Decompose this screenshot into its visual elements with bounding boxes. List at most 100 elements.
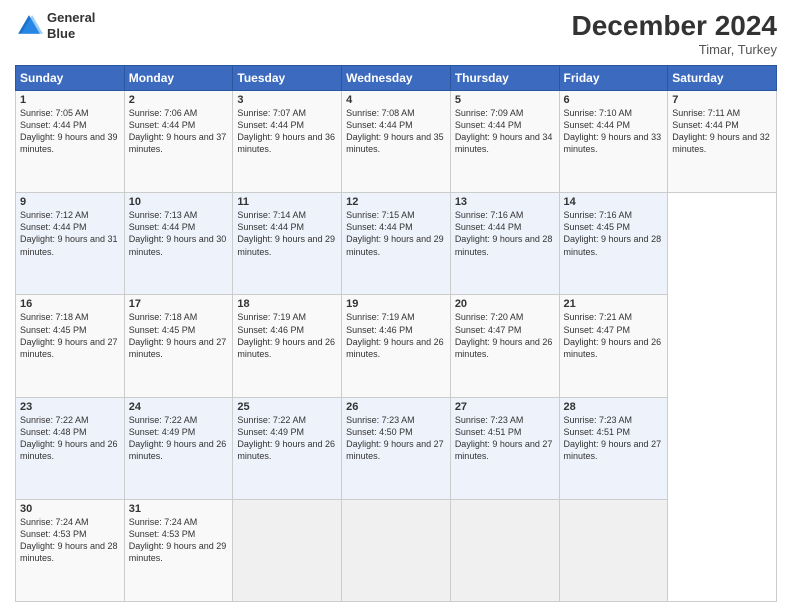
day-number: 28 [564,401,664,413]
logo: General Blue [15,10,95,41]
day-cell: 21Sunrise: 7:21 AMSunset: 4:47 PMDayligh… [559,295,668,397]
day-info: Sunrise: 7:23 AMSunset: 4:51 PMDaylight:… [564,414,664,463]
day-cell [342,499,451,601]
day-info: Sunrise: 7:22 AMSunset: 4:49 PMDaylight:… [129,414,229,463]
day-number: 30 [20,503,120,515]
day-cell: 2Sunrise: 7:06 AMSunset: 4:44 PMDaylight… [124,91,233,193]
day-number: 19 [346,298,446,310]
day-info: Sunrise: 7:20 AMSunset: 4:47 PMDaylight:… [455,311,555,360]
day-number: 1 [20,94,120,106]
day-cell: 1Sunrise: 7:05 AMSunset: 4:44 PMDaylight… [16,91,125,193]
day-info: Sunrise: 7:24 AMSunset: 4:53 PMDaylight:… [129,516,229,565]
day-number: 4 [346,94,446,106]
day-info: Sunrise: 7:22 AMSunset: 4:48 PMDaylight:… [20,414,120,463]
day-number: 21 [564,298,664,310]
day-info: Sunrise: 7:10 AMSunset: 4:44 PMDaylight:… [564,107,664,156]
week-row-1: 1Sunrise: 7:05 AMSunset: 4:44 PMDaylight… [16,91,777,193]
day-cell: 7Sunrise: 7:11 AMSunset: 4:44 PMDaylight… [668,91,777,193]
day-cell: 26Sunrise: 7:23 AMSunset: 4:50 PMDayligh… [342,397,451,499]
logo-icon [15,12,43,40]
day-cell: 27Sunrise: 7:23 AMSunset: 4:51 PMDayligh… [450,397,559,499]
week-row-5: 30Sunrise: 7:24 AMSunset: 4:53 PMDayligh… [16,499,777,601]
page: General Blue December 2024 Timar, Turkey… [0,0,792,612]
day-info: Sunrise: 7:24 AMSunset: 4:53 PMDaylight:… [20,516,120,565]
day-number: 6 [564,94,664,106]
day-cell: 6Sunrise: 7:10 AMSunset: 4:44 PMDaylight… [559,91,668,193]
logo-text: General Blue [47,10,95,41]
day-info: Sunrise: 7:22 AMSunset: 4:49 PMDaylight:… [237,414,337,463]
day-info: Sunrise: 7:14 AMSunset: 4:44 PMDaylight:… [237,209,337,258]
col-header-sunday: Sunday [16,66,125,91]
day-info: Sunrise: 7:12 AMSunset: 4:44 PMDaylight:… [20,209,120,258]
day-number: 5 [455,94,555,106]
day-info: Sunrise: 7:08 AMSunset: 4:44 PMDaylight:… [346,107,446,156]
day-info: Sunrise: 7:21 AMSunset: 4:47 PMDaylight:… [564,311,664,360]
day-info: Sunrise: 7:19 AMSunset: 4:46 PMDaylight:… [237,311,337,360]
day-cell [559,499,668,601]
day-number: 3 [237,94,337,106]
day-info: Sunrise: 7:19 AMSunset: 4:46 PMDaylight:… [346,311,446,360]
col-header-thursday: Thursday [450,66,559,91]
day-number: 27 [455,401,555,413]
day-number: 2 [129,94,229,106]
day-info: Sunrise: 7:15 AMSunset: 4:44 PMDaylight:… [346,209,446,258]
week-row-4: 23Sunrise: 7:22 AMSunset: 4:48 PMDayligh… [16,397,777,499]
header: General Blue December 2024 Timar, Turkey [15,10,777,57]
day-cell [233,499,342,601]
title-area: December 2024 Timar, Turkey [572,10,777,57]
day-cell: 30Sunrise: 7:24 AMSunset: 4:53 PMDayligh… [16,499,125,601]
location-subtitle: Timar, Turkey [572,42,777,57]
day-cell: 5Sunrise: 7:09 AMSunset: 4:44 PMDaylight… [450,91,559,193]
day-number: 24 [129,401,229,413]
day-cell [450,499,559,601]
day-cell: 25Sunrise: 7:22 AMSunset: 4:49 PMDayligh… [233,397,342,499]
day-info: Sunrise: 7:07 AMSunset: 4:44 PMDaylight:… [237,107,337,156]
day-cell: 14Sunrise: 7:16 AMSunset: 4:45 PMDayligh… [559,193,668,295]
day-cell: 3Sunrise: 7:07 AMSunset: 4:44 PMDaylight… [233,91,342,193]
day-cell: 10Sunrise: 7:13 AMSunset: 4:44 PMDayligh… [124,193,233,295]
day-number: 31 [129,503,229,515]
day-info: Sunrise: 7:23 AMSunset: 4:50 PMDaylight:… [346,414,446,463]
day-info: Sunrise: 7:11 AMSunset: 4:44 PMDaylight:… [672,107,772,156]
day-number: 23 [20,401,120,413]
day-number: 9 [20,196,120,208]
day-cell: 31Sunrise: 7:24 AMSunset: 4:53 PMDayligh… [124,499,233,601]
calendar-table: SundayMondayTuesdayWednesdayThursdayFrid… [15,65,777,602]
day-cell: 18Sunrise: 7:19 AMSunset: 4:46 PMDayligh… [233,295,342,397]
day-number: 7 [672,94,772,106]
day-cell: 4Sunrise: 7:08 AMSunset: 4:44 PMDaylight… [342,91,451,193]
day-number: 20 [455,298,555,310]
day-number: 13 [455,196,555,208]
day-info: Sunrise: 7:09 AMSunset: 4:44 PMDaylight:… [455,107,555,156]
day-cell: 17Sunrise: 7:18 AMSunset: 4:45 PMDayligh… [124,295,233,397]
day-cell: 12Sunrise: 7:15 AMSunset: 4:44 PMDayligh… [342,193,451,295]
day-number: 25 [237,401,337,413]
day-number: 26 [346,401,446,413]
day-cell: 13Sunrise: 7:16 AMSunset: 4:44 PMDayligh… [450,193,559,295]
day-info: Sunrise: 7:16 AMSunset: 4:44 PMDaylight:… [455,209,555,258]
day-info: Sunrise: 7:05 AMSunset: 4:44 PMDaylight:… [20,107,120,156]
col-header-wednesday: Wednesday [342,66,451,91]
week-row-3: 16Sunrise: 7:18 AMSunset: 4:45 PMDayligh… [16,295,777,397]
main-title: December 2024 [572,10,777,42]
week-row-2: 9Sunrise: 7:12 AMSunset: 4:44 PMDaylight… [16,193,777,295]
col-header-friday: Friday [559,66,668,91]
day-cell: 19Sunrise: 7:19 AMSunset: 4:46 PMDayligh… [342,295,451,397]
day-cell: 11Sunrise: 7:14 AMSunset: 4:44 PMDayligh… [233,193,342,295]
day-cell: 24Sunrise: 7:22 AMSunset: 4:49 PMDayligh… [124,397,233,499]
day-cell: 20Sunrise: 7:20 AMSunset: 4:47 PMDayligh… [450,295,559,397]
day-number: 17 [129,298,229,310]
day-cell: 9Sunrise: 7:12 AMSunset: 4:44 PMDaylight… [16,193,125,295]
day-info: Sunrise: 7:18 AMSunset: 4:45 PMDaylight:… [20,311,120,360]
day-number: 10 [129,196,229,208]
day-cell: 16Sunrise: 7:18 AMSunset: 4:45 PMDayligh… [16,295,125,397]
day-info: Sunrise: 7:06 AMSunset: 4:44 PMDaylight:… [129,107,229,156]
day-number: 11 [237,196,337,208]
day-cell: 23Sunrise: 7:22 AMSunset: 4:48 PMDayligh… [16,397,125,499]
col-header-monday: Monday [124,66,233,91]
col-header-tuesday: Tuesday [233,66,342,91]
day-info: Sunrise: 7:13 AMSunset: 4:44 PMDaylight:… [129,209,229,258]
col-header-saturday: Saturday [668,66,777,91]
day-cell: 28Sunrise: 7:23 AMSunset: 4:51 PMDayligh… [559,397,668,499]
day-info: Sunrise: 7:18 AMSunset: 4:45 PMDaylight:… [129,311,229,360]
